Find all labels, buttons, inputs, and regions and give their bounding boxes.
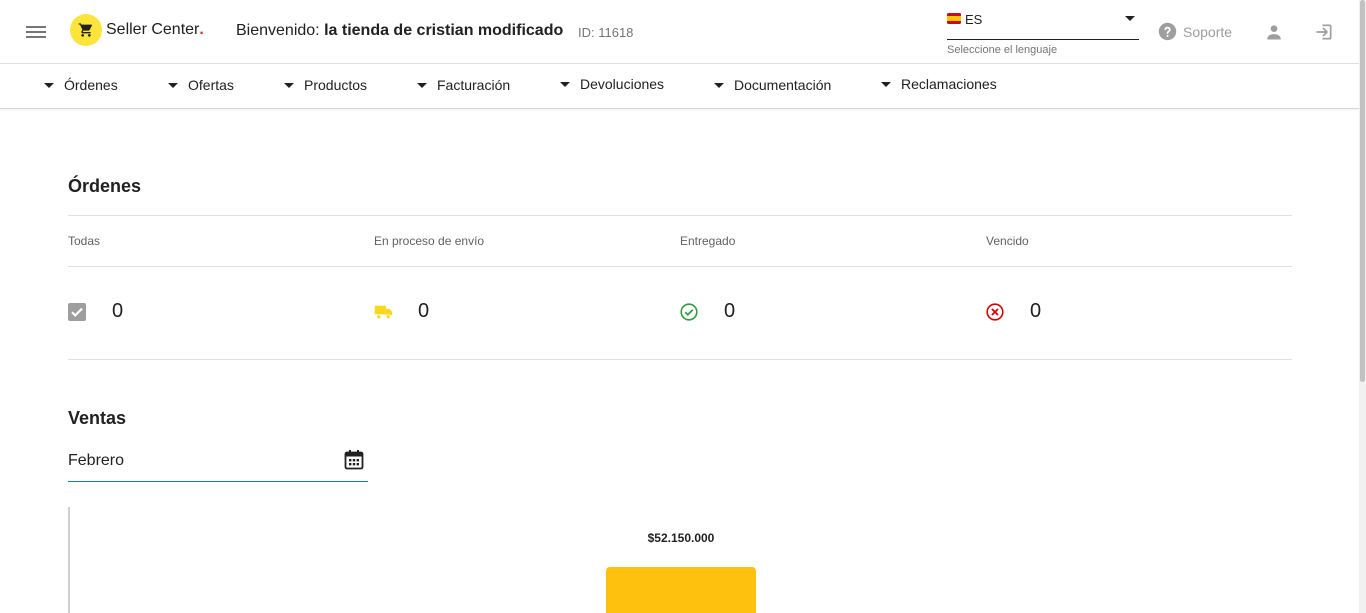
stat-value: 0	[724, 300, 736, 322]
nav-item-documentacion[interactable]: Documentación	[714, 77, 831, 93]
sales-title: Ventas	[68, 408, 127, 428]
calendar-icon[interactable]	[344, 449, 364, 471]
support-label: Soporte	[1183, 23, 1233, 40]
stat-en-proceso[interactable]: 0	[374, 300, 429, 323]
stat-vencido[interactable]: 0	[986, 300, 1041, 323]
truck-icon	[374, 305, 393, 319]
nav-item-devoluciones[interactable]: Devoluciones	[560, 76, 664, 92]
caret-down-icon	[168, 82, 178, 88]
cart-icon	[70, 14, 102, 46]
divider	[68, 215, 1292, 216]
seller-center-logo[interactable]: Seller Center.	[70, 14, 204, 46]
checkbox-icon	[68, 302, 86, 321]
logout-icon[interactable]	[1314, 22, 1334, 42]
language-code: ES	[965, 12, 983, 27]
stat-entregado[interactable]: 0	[680, 300, 735, 323]
chevron-down-icon	[1125, 16, 1135, 21]
col-head-vencido: Vencido	[986, 234, 1029, 248]
store-name: la tienda de cristian modificado	[324, 22, 564, 39]
welcome-prefix: Bienvenido:	[236, 22, 320, 39]
welcome-message: Bienvenido: la tienda de cristian modifi…	[236, 22, 563, 40]
stat-value: 0	[418, 300, 430, 322]
nav-item-reclamaciones[interactable]: Reclamaciones	[881, 76, 997, 92]
language-helper-text: Seleccione el lenguaje	[947, 44, 1058, 56]
caret-down-icon	[714, 82, 724, 88]
nav-item-facturacion[interactable]: Facturación	[417, 77, 510, 93]
stat-value: 0	[1030, 300, 1042, 322]
language-select[interactable]: ES	[947, 8, 1139, 40]
spain-flag-icon	[947, 13, 961, 24]
col-head-entregado: Entregado	[680, 234, 736, 248]
divider	[68, 359, 1292, 360]
caret-down-icon	[417, 82, 427, 88]
month-value: Febrero	[68, 452, 125, 469]
hamburger-menu-icon[interactable]	[24, 20, 48, 44]
main-nav: Órdenes Ofertas Productos Facturación De…	[0, 64, 1359, 109]
caret-down-icon	[284, 82, 294, 88]
bar-value-label: $52.150.000	[647, 531, 715, 545]
sales-chart: $52.150.000	[68, 507, 1292, 613]
account-icon[interactable]	[1264, 22, 1284, 42]
support-link[interactable]: Soporte	[1158, 22, 1232, 41]
help-circle-icon	[1158, 22, 1177, 41]
nav-item-ofertas[interactable]: Ofertas	[168, 77, 234, 93]
check-circle-icon	[680, 302, 698, 321]
logo-text: Seller Center.	[106, 21, 204, 38]
nav-item-productos[interactable]: Productos	[284, 77, 367, 93]
scrollbar[interactable]	[1359, 0, 1366, 613]
col-head-en-proceso: En proceso de envío	[374, 234, 485, 248]
divider	[68, 266, 1292, 267]
app-header: Seller Center. Bienvenido: la tienda de …	[0, 0, 1359, 64]
caret-down-icon	[560, 81, 570, 87]
caret-down-icon	[44, 82, 54, 88]
col-head-todas: Todas	[68, 234, 101, 248]
sales-bar[interactable]	[606, 567, 756, 613]
chart-y-axis	[68, 507, 70, 613]
cancel-circle-icon	[986, 302, 1004, 321]
orders-title: Órdenes	[68, 176, 142, 196]
caret-down-icon	[881, 81, 891, 87]
scrollbar-thumb[interactable]	[1360, 0, 1365, 382]
stat-value: 0	[112, 300, 124, 322]
store-id: ID: 11618	[578, 25, 634, 40]
nav-item-ordenes[interactable]: Órdenes	[44, 77, 118, 93]
month-picker[interactable]: Febrero	[68, 446, 368, 482]
stat-todas[interactable]: 0	[68, 300, 123, 323]
